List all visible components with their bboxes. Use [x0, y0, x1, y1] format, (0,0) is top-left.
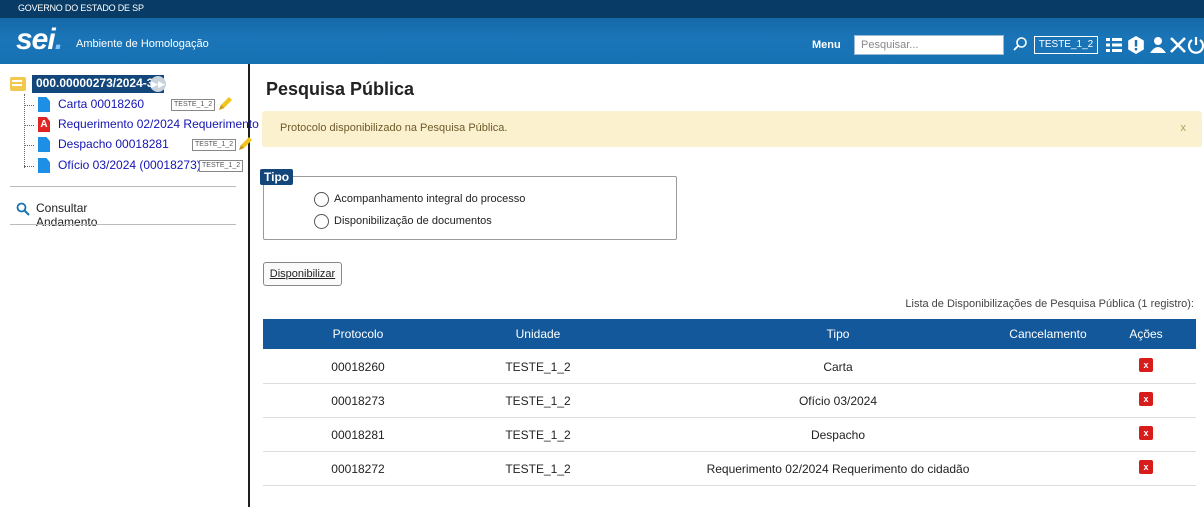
document-icon	[38, 137, 50, 152]
cell-protocolo: 00018281	[331, 428, 385, 442]
sidebar-divider	[10, 186, 236, 187]
cancel-availability-icon[interactable]: x	[1139, 460, 1153, 474]
alert-close-button[interactable]: x	[1181, 122, 1187, 134]
cell-protocolo: 00018272	[331, 462, 385, 476]
col-acoes: Ações	[1129, 327, 1163, 341]
folder-icon	[10, 77, 26, 91]
cell-tipo: Requerimento 02/2024 Requerimento do cid…	[706, 462, 970, 476]
table-row: 00018272 TESTE_1_2 Requerimento 02/2024 …	[263, 452, 1196, 486]
top-bar: GOVERNO DO ESTADO DE SP sei. Ambiente de…	[0, 0, 1204, 64]
button-label: Disponibilizar	[269, 268, 336, 280]
logo-dot: .	[54, 23, 63, 56]
document-icon	[38, 97, 50, 112]
alert-message: Protocolo disponibilizado na Pesquisa Pú…	[280, 122, 508, 134]
unit-tag: TESTE_1_2	[199, 160, 244, 172]
table-row: 00018273 TESTE_1_2 Ofício 03/2024 x	[263, 384, 1196, 418]
cancel-availability-icon[interactable]: x	[1139, 358, 1153, 372]
radio-label[interactable]: Disponibilização de documentos	[334, 215, 492, 227]
user-icon[interactable]	[1148, 35, 1168, 55]
radio-label[interactable]: Acompanhamento integral do processo	[334, 193, 525, 205]
search-icon[interactable]	[1012, 36, 1028, 52]
cell-tipo: Despacho	[810, 428, 866, 442]
environment-title: Ambiente de Homologação	[76, 38, 209, 50]
search-input[interactable]: Pesquisar...	[854, 35, 1004, 55]
signature-pen-icon	[219, 97, 232, 110]
gov-label: GOVERNO DO ESTADO DE SP	[18, 3, 144, 13]
table-header: Protocolo Unidade Tipo Cancelamento Açõe…	[263, 319, 1196, 349]
type-fieldset	[263, 176, 677, 240]
page-title: Pesquisa Pública	[266, 79, 415, 99]
sidebar-divider	[10, 224, 236, 225]
cell-protocolo: 00018273	[331, 394, 385, 408]
cell-unidade: TESTE_1_2	[505, 428, 571, 442]
disponibilizar-button[interactable]: Disponibilizar	[263, 262, 342, 286]
doc-label[interactable]: Carta 00018260	[58, 97, 144, 111]
cell-unidade: TESTE_1_2	[505, 462, 571, 476]
doc-label[interactable]: Ofício 03/2024 (00018273)	[58, 158, 201, 172]
expand-next-icon[interactable]: ▶▶	[150, 76, 166, 92]
menu-button[interactable]: Menu	[812, 39, 841, 51]
unit-tag: TESTE_1_2	[171, 99, 216, 111]
unit-selector[interactable]: TESTE_1_2	[1034, 36, 1098, 54]
gov-strip: GOVERNO DO ESTADO DE SP	[0, 0, 1204, 18]
col-unidade: Unidade	[515, 327, 561, 341]
sei-logo[interactable]: sei.	[16, 23, 63, 56]
cancel-availability-icon[interactable]: x	[1139, 392, 1153, 406]
radio-button[interactable]	[314, 214, 329, 229]
cell-tipo: Carta	[823, 360, 853, 374]
pdf-icon: A	[38, 117, 50, 132]
magnifier-icon	[16, 202, 30, 216]
logo-text: sei	[16, 23, 56, 56]
unit-tag: TESTE_1_2	[192, 139, 237, 151]
table-row: 00018260 TESTE_1_2 Carta x	[263, 350, 1196, 384]
col-protocolo: Protocolo	[332, 327, 384, 341]
tools-icon[interactable]	[1168, 35, 1188, 55]
doc-label[interactable]: Requerimento 02/2024 Requerimento	[58, 117, 259, 131]
table-row: 00018281 TESTE_1_2 Despacho x	[263, 418, 1196, 452]
signature-pen-icon	[239, 137, 252, 150]
cell-tipo: Ofício 03/2024	[798, 394, 878, 408]
fieldset-legend: Tipo	[260, 169, 294, 185]
col-tipo: Tipo	[826, 327, 850, 341]
cell-unidade: TESTE_1_2	[505, 394, 571, 408]
table-caption: Lista de Disponibilizações de Pesquisa P…	[905, 298, 1194, 310]
list-icon[interactable]	[1104, 35, 1124, 55]
process-number[interactable]: 000.00000273/2024-30	[32, 75, 165, 93]
success-alert: Protocolo disponibilizado na Pesquisa Pú…	[262, 111, 1202, 147]
alert-icon[interactable]	[1126, 35, 1146, 55]
cell-unidade: TESTE_1_2	[505, 360, 571, 374]
document-icon	[38, 158, 50, 173]
radio-button[interactable]	[314, 192, 329, 207]
doc-label[interactable]: Despacho 00018281	[58, 137, 169, 151]
cancel-availability-icon[interactable]: x	[1139, 426, 1153, 440]
col-cancelamento: Cancelamento	[1009, 327, 1087, 341]
cell-protocolo: 00018260	[331, 360, 385, 374]
power-icon[interactable]	[1186, 35, 1204, 55]
